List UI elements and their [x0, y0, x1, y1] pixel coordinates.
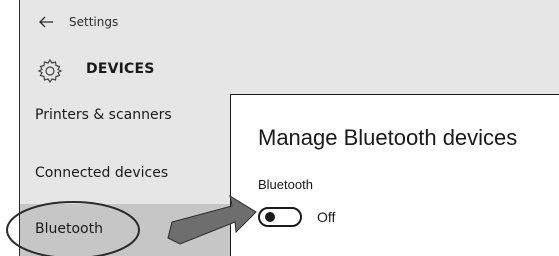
back-arrow-icon[interactable] — [36, 12, 56, 32]
sidebar: Printers & scanners Connected devices Bl… — [20, 94, 230, 256]
sidebar-item-label: Bluetooth — [35, 221, 103, 237]
settings-window: Settings DEVICES Printers & scanners Con… — [19, 0, 559, 256]
bluetooth-setting-label: Bluetooth — [258, 177, 313, 192]
sidebar-item-bluetooth[interactable]: Bluetooth — [20, 204, 230, 256]
toggle-knob — [265, 212, 275, 222]
title-bar: Settings — [20, 0, 559, 48]
toggle-state-label: Off — [317, 209, 336, 225]
section-title: DEVICES — [86, 61, 155, 77]
sidebar-item-label: Connected devices — [35, 165, 169, 181]
content-pane: Manage Bluetooth devices Bluetooth Off — [230, 94, 559, 256]
sidebar-item-connected-devices[interactable]: Connected devices — [20, 152, 230, 196]
gear-icon — [36, 57, 64, 85]
page-title: Manage Bluetooth devices — [258, 125, 518, 150]
page-margin — [0, 0, 19, 256]
bluetooth-toggle[interactable] — [258, 207, 302, 227]
sidebar-item-label: Printers & scanners — [35, 107, 172, 123]
sidebar-item-printers-scanners[interactable]: Printers & scanners — [20, 94, 230, 138]
app-title: Settings — [69, 15, 119, 29]
